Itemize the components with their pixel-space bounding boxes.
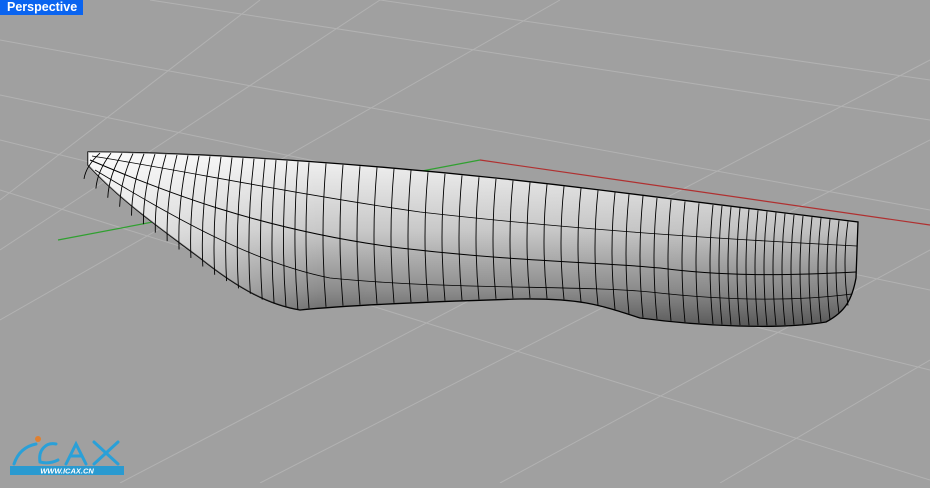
- viewport-title-tab[interactable]: Perspective: [0, 0, 84, 15]
- grid-line: [379, 0, 930, 81]
- grid-line: [719, 359, 930, 484]
- watermark-url: WWW.ICAX.CN: [40, 467, 94, 476]
- icax-watermark-logo: WWW.ICAX.CN: [8, 436, 126, 476]
- perspective-viewport[interactable]: Perspective WWW.ICAX.CN: [0, 0, 930, 484]
- boat-hull-surface[interactable]: [83, 151, 859, 327]
- grid-line: [149, 0, 930, 121]
- viewport-canvas[interactable]: [0, 0, 930, 484]
